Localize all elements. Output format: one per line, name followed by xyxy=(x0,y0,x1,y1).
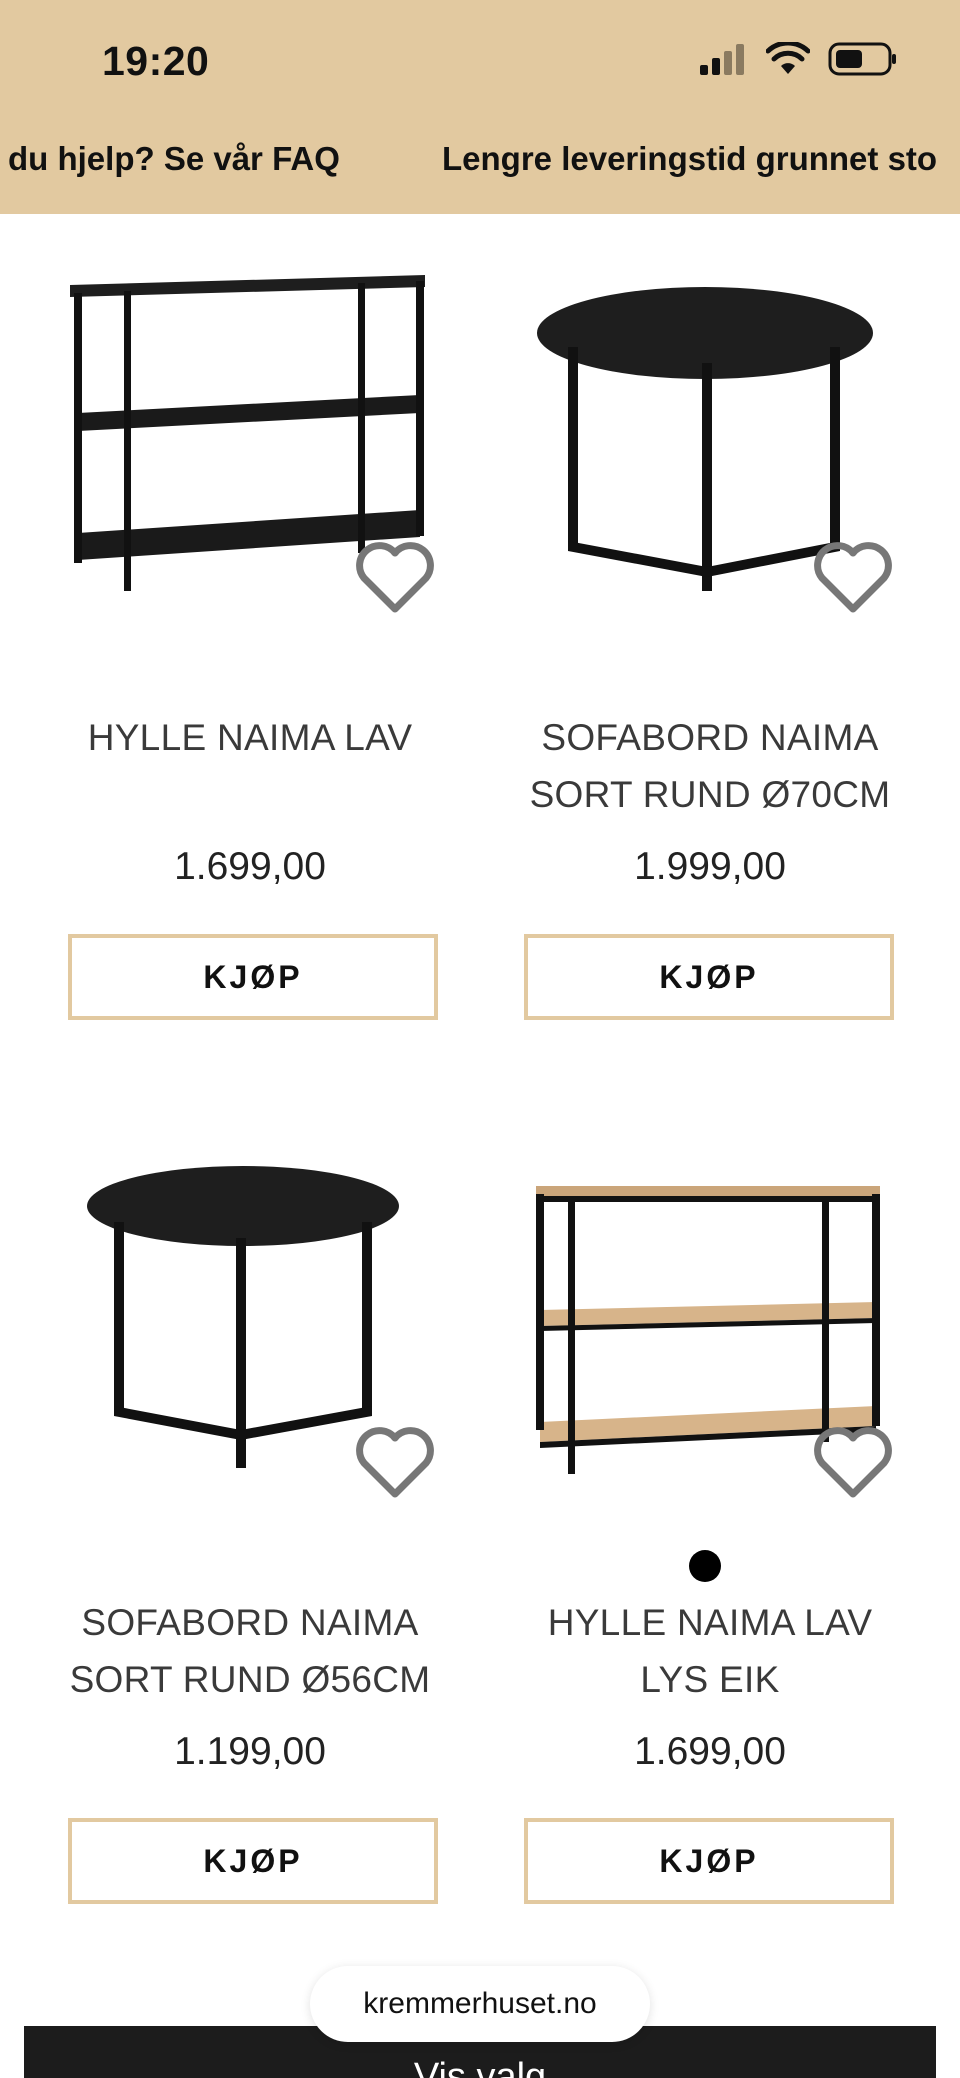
announcement-ticker[interactable]: du hjelp? Se vår FAQ Lengre leveringstid… xyxy=(0,140,960,184)
product-title[interactable]: SOFABORD NAIMA xyxy=(500,709,920,766)
show-options-label: Vis valg xyxy=(413,2056,547,2078)
heart-icon[interactable] xyxy=(810,537,896,617)
heart-icon[interactable] xyxy=(810,1422,896,1502)
product-title[interactable]: SORT RUND Ø70CM xyxy=(500,766,920,823)
browser-url: kremmerhuset.no xyxy=(363,1987,597,2020)
battery-icon xyxy=(828,42,896,76)
announcement-faq[interactable]: du hjelp? Se vår FAQ xyxy=(8,140,340,178)
header: 19:20 du hjelp? Se vår FAQ Lengre leveri… xyxy=(0,0,960,214)
heart-icon[interactable] xyxy=(352,537,438,617)
product-title[interactable]: LYS EIK xyxy=(500,1651,920,1708)
wifi-icon xyxy=(766,42,810,74)
buy-button[interactable]: KJØP xyxy=(68,934,438,1020)
announcement-delivery[interactable]: Lengre leveringstid grunnet sto xyxy=(442,140,937,178)
product-card[interactable]: HYLLE NAIMA LAV LYS EIK 1.699,00 KJØP xyxy=(500,1130,920,1910)
product-price: 1.999,00 xyxy=(634,845,786,888)
product-title[interactable]: SORT RUND Ø56CM xyxy=(40,1651,460,1708)
browser-url-bar[interactable]: kremmerhuset.no xyxy=(310,1966,650,2042)
product-title[interactable]: HYLLE NAIMA LAV xyxy=(40,709,460,766)
buy-button[interactable]: KJØP xyxy=(68,1818,438,1904)
product-card[interactable]: HYLLE NAIMA LAV 1.699,00 KJØP xyxy=(40,245,460,1025)
product-price: 1.199,00 xyxy=(174,1730,326,1773)
buy-button[interactable]: KJØP xyxy=(524,1818,894,1904)
signal-icon xyxy=(700,44,744,75)
status-time: 19:20 xyxy=(102,38,210,84)
status-icons xyxy=(698,42,898,76)
buy-button[interactable]: KJØP xyxy=(524,934,894,1020)
product-price: 1.699,00 xyxy=(174,845,326,888)
image-carousel-dot[interactable] xyxy=(689,1550,721,1582)
product-title[interactable]: HYLLE NAIMA LAV xyxy=(500,1594,920,1651)
product-price: 1.699,00 xyxy=(634,1730,786,1773)
product-card[interactable]: SOFABORD NAIMA SORT RUND Ø70CM 1.999,00 … xyxy=(500,245,920,1025)
product-card[interactable]: SOFABORD NAIMA SORT RUND Ø56CM 1.199,00 … xyxy=(40,1130,460,1910)
heart-icon[interactable] xyxy=(352,1422,438,1502)
product-title[interactable]: SOFABORD NAIMA xyxy=(40,1594,460,1651)
